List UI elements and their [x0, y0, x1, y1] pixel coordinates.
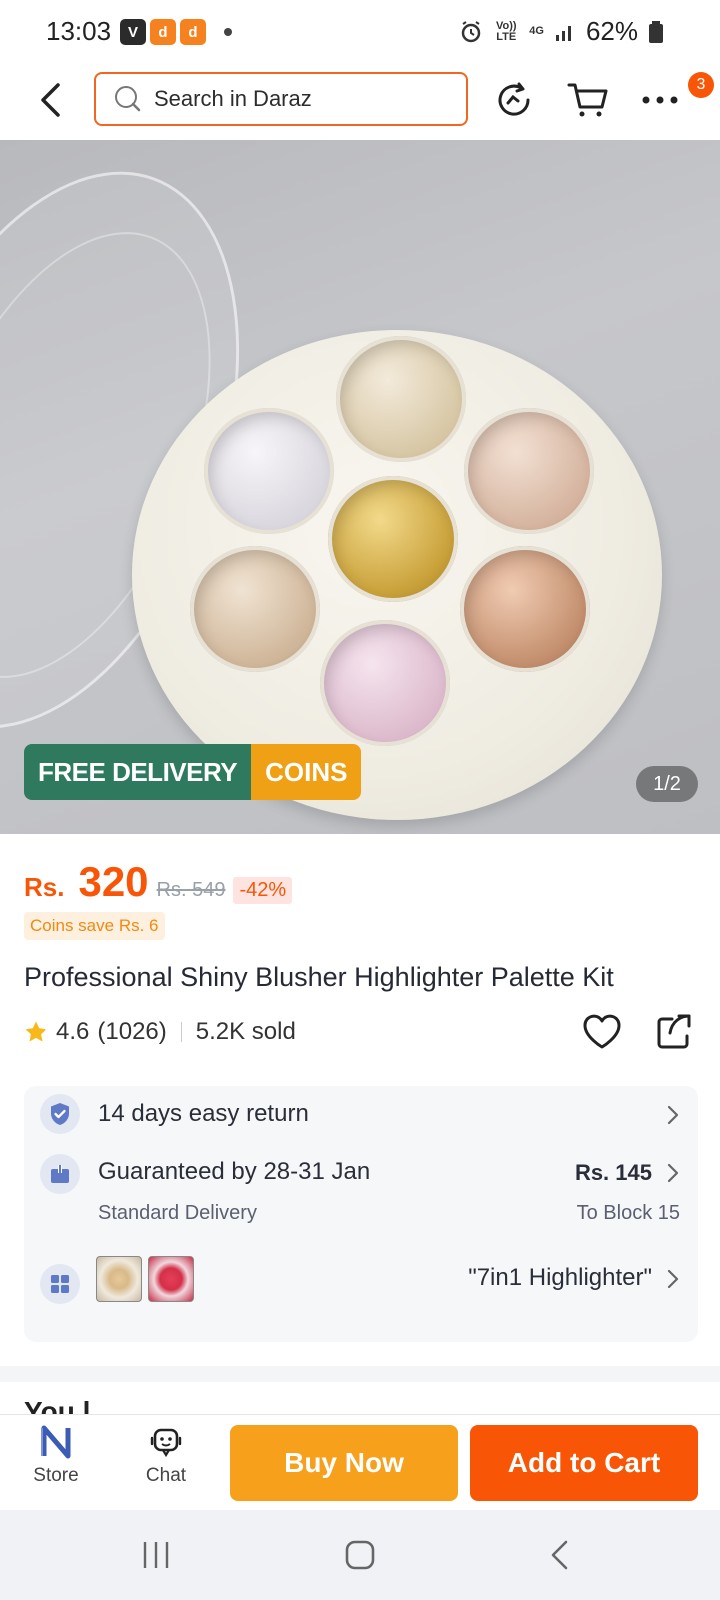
- share-icon: [657, 1014, 691, 1049]
- delivery-destination: To Block 15: [576, 1202, 680, 1224]
- battery-percent: 62%: [585, 16, 638, 46]
- delivery-date: Guaranteed by 28-31 Jan: [98, 1158, 371, 1185]
- variant-label: "7in1 Highlighter": [468, 1264, 652, 1291]
- battery-icon: [649, 20, 663, 43]
- refresh-button[interactable]: [492, 78, 536, 122]
- product-title: Professional Shiny Blusher Highlighter P…: [24, 962, 614, 992]
- delivery-type: Standard Delivery: [98, 1202, 257, 1224]
- heart-icon: [583, 1014, 621, 1049]
- bottom-action-bar: Store Chat Buy Now Add to Cart: [0, 1414, 720, 1510]
- delivery-icon: [40, 1154, 80, 1194]
- signal-icon: [555, 25, 571, 41]
- variant-row[interactable]: "7in1 Highlighter": [24, 1250, 698, 1320]
- system-back-icon: [551, 1540, 568, 1570]
- palette-pan: [460, 546, 590, 672]
- volte-indicator: Vo)) LTE: [495, 19, 517, 43]
- variant-thumbnail[interactable]: [96, 1256, 142, 1302]
- palette-pan: [320, 620, 450, 746]
- cart-button[interactable]: [566, 78, 610, 122]
- palette-pan: [336, 336, 466, 462]
- system-back-button[interactable]: [530, 1532, 590, 1578]
- coins-save-tag: Coins save Rs. 6: [24, 912, 165, 940]
- back-button[interactable]: [30, 78, 70, 122]
- star-icon: [25, 1021, 47, 1042]
- store-button[interactable]: Store: [16, 1425, 96, 1505]
- search-icon: [115, 86, 141, 112]
- cart-count-badge: 3: [688, 72, 714, 98]
- chevron-right-icon: [667, 1269, 679, 1289]
- service-info-card: 14 days easy return Guaranteed by 28-31 …: [24, 1086, 698, 1342]
- back-icon: [41, 83, 60, 117]
- notification-dot-icon: [224, 28, 232, 36]
- delivery-row[interactable]: Guaranteed by 28-31 Jan Standard Deliver…: [24, 1148, 698, 1240]
- alarm-icon: [462, 20, 481, 42]
- price-currency: Rs.: [24, 872, 65, 902]
- recent-apps-button[interactable]: [126, 1532, 186, 1578]
- chevron-right-icon: [667, 1105, 679, 1125]
- v-app-icon: V: [120, 19, 146, 45]
- daraz-app-icon: d: [180, 19, 206, 45]
- refresh-icon: [498, 82, 530, 116]
- price-row: Rs. 320 Rs. 549 -42%: [24, 858, 293, 906]
- shield-icon: [40, 1094, 80, 1134]
- daraz-app-icon: d: [150, 19, 176, 45]
- cart-icon: [567, 83, 608, 117]
- rating-divider: [180, 1022, 182, 1042]
- more-icon: [642, 96, 678, 104]
- original-price: Rs. 549: [156, 879, 226, 901]
- status-app-icons: V d d: [120, 19, 232, 45]
- variant-thumbnail[interactable]: [148, 1256, 194, 1302]
- product-image-carousel[interactable]: FREE DELIVERY COINS 1/2: [0, 140, 720, 834]
- search-placeholder: Search in Daraz: [154, 86, 312, 111]
- delivery-fee: Rs. 145: [574, 1160, 652, 1185]
- status-bar: 13:03 V d d Vo)) LTE 4G 62%: [0, 0, 720, 64]
- palette-pan: [204, 408, 334, 534]
- store-icon: [41, 1425, 71, 1459]
- share-button[interactable]: [652, 1010, 696, 1054]
- next-section-heading: You l: [24, 1396, 91, 1414]
- buy-now-button[interactable]: Buy Now: [230, 1425, 458, 1501]
- coins-tag: COINS: [251, 744, 362, 800]
- home-icon: [345, 1540, 375, 1570]
- palette-pan: [464, 408, 594, 534]
- chat-label: Chat: [145, 1465, 187, 1486]
- review-count: (1026): [97, 1018, 167, 1045]
- chat-icon: [150, 1428, 182, 1458]
- promo-banner: FREE DELIVERY COINS: [24, 744, 362, 800]
- network-indicator: 4G: [529, 25, 544, 37]
- chevron-right-icon: [667, 1163, 679, 1183]
- variants-icon: [40, 1264, 80, 1304]
- store-label: Store: [33, 1465, 79, 1486]
- home-button[interactable]: [330, 1532, 390, 1578]
- palette-pan: [328, 476, 458, 602]
- more-button[interactable]: [638, 78, 682, 122]
- recent-apps-icon: [143, 1542, 169, 1568]
- return-policy-text: 14 days easy return: [98, 1100, 309, 1127]
- search-input[interactable]: Search in Daraz: [94, 72, 468, 126]
- rating-value: 4.6: [56, 1018, 90, 1045]
- sold-count: 5.2K sold: [195, 1018, 296, 1045]
- chat-button[interactable]: Chat: [126, 1425, 206, 1505]
- status-right: Vo)) LTE 4G 62%: [459, 16, 664, 47]
- system-navigation-bar: [0, 1510, 720, 1600]
- current-price: 320: [78, 858, 149, 905]
- wishlist-button[interactable]: [580, 1010, 624, 1054]
- top-header: Search in Daraz 3: [0, 64, 720, 140]
- image-counter: 1/2: [636, 766, 698, 802]
- status-time: 13:03: [46, 16, 112, 46]
- return-row[interactable]: 14 days easy return: [24, 1086, 698, 1142]
- free-delivery-tag: FREE DELIVERY: [24, 744, 252, 800]
- section-divider: [0, 1366, 720, 1382]
- palette-pan: [190, 546, 320, 672]
- add-to-cart-button[interactable]: Add to Cart: [470, 1425, 698, 1501]
- discount-badge: -42%: [233, 877, 293, 904]
- rating-row[interactable]: 4.6 (1026) 5.2K sold: [24, 1018, 296, 1046]
